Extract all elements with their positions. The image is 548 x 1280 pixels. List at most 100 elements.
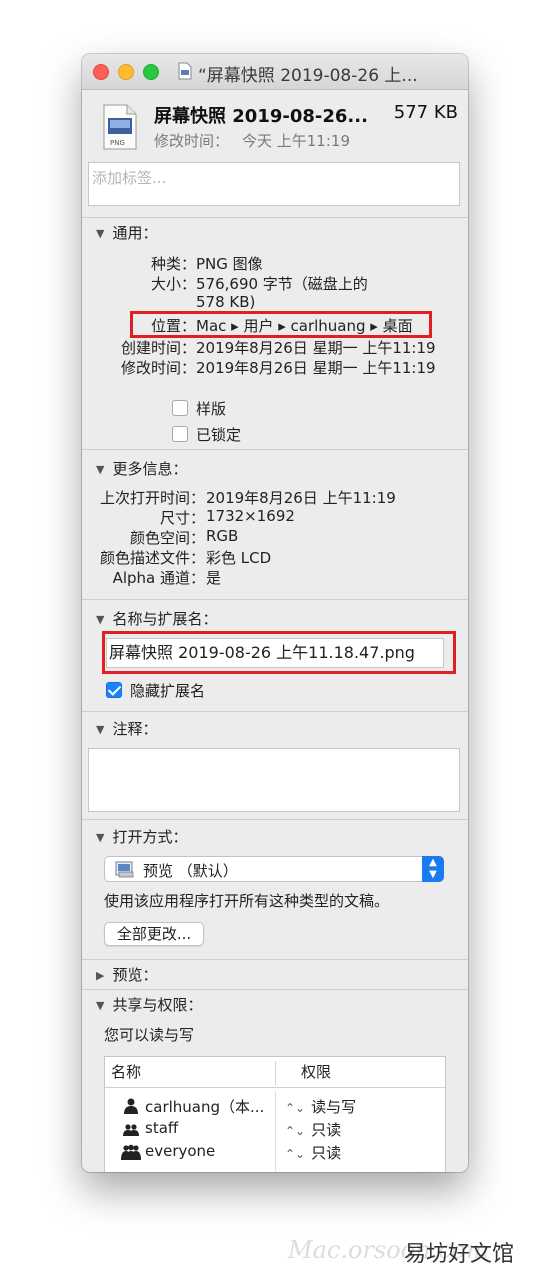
- close-button[interactable]: [93, 64, 109, 80]
- sharing-heading: 共享与权限：: [112, 996, 203, 1014]
- popup-arrows-icon: ▲ ▼: [422, 856, 444, 882]
- permissions-table: 名称 权限 carlhuang（本... ⌃⌄ 读与写 staff ⌃⌄ 只读 …: [104, 1056, 446, 1172]
- filename-highlight: [102, 631, 456, 674]
- stationery-checkbox[interactable]: [172, 400, 188, 416]
- row-name: staff: [145, 1119, 179, 1137]
- disclosure-open-icon: ▼: [96, 463, 105, 476]
- row-name: everyone: [145, 1142, 216, 1160]
- disclosure-open-icon: ▼: [96, 999, 105, 1012]
- hide-extension-label: 隐藏扩展名: [130, 682, 206, 700]
- modified-value: 今天 上午11:19: [242, 132, 350, 150]
- comments-heading: 注释：: [112, 720, 158, 738]
- location-highlight: [130, 311, 432, 338]
- created-label: 创建时间：: [120, 339, 196, 357]
- open-with-popup[interactable]: 预览 （默认） ▲ ▼: [104, 856, 444, 882]
- row-privilege[interactable]: ⌃⌄ 读与写: [285, 1096, 356, 1117]
- general-section: ▼ 通用： 种类： PNG 图像 大小： 576,690 字节（磁盘上的 578 …: [82, 217, 468, 449]
- size-value-line2: 578 KB): [196, 293, 256, 311]
- info-window: “屏幕快照 2019-08-26 上... PNG 屏幕快照 2019-08-2…: [82, 54, 468, 1172]
- updown-icon: ⌃⌄: [285, 1101, 306, 1115]
- row-privilege-value: 读与写: [311, 1098, 357, 1116]
- kind-value: PNG 图像: [196, 255, 263, 273]
- file-name: 屏幕快照 2019-08-26...: [154, 106, 368, 127]
- more-info-heading: 更多信息：: [112, 460, 188, 478]
- row-name: carlhuang（本...: [145, 1098, 265, 1116]
- general-disclosure[interactable]: ▼ 通用：: [96, 222, 157, 243]
- locked-label: 已锁定: [196, 426, 242, 444]
- row-privilege[interactable]: ⌃⌄ 只读: [285, 1142, 341, 1163]
- size-label: 大小：: [150, 275, 196, 293]
- dimensions-label: 尺寸：: [159, 509, 205, 527]
- row-privilege[interactable]: ⌃⌄ 只读: [285, 1119, 341, 1140]
- preview-disclosure[interactable]: ▶ 预览：: [96, 964, 157, 985]
- disclosure-closed-icon: ▶: [96, 969, 105, 982]
- last-opened-value: 2019年8月26日 上午11:19: [206, 489, 396, 507]
- open-with-section: ▼ 打开方式： 预览 （默认） ▲ ▼ 使用该应用程序打开所有这种类型的文稿。 全部…: [82, 819, 468, 959]
- sharing-section: ▼ 共享与权限： 您可以读与写 名称 权限 carlhuang（本... ⌃⌄ 读与…: [82, 989, 468, 1172]
- alpha-label: Alpha 通道：: [112, 569, 205, 587]
- color-profile-label: 颜色描述文件：: [99, 549, 205, 567]
- preview-app-icon: [115, 861, 134, 878]
- minimize-button[interactable]: [118, 64, 134, 80]
- everyone-icon: [121, 1144, 141, 1160]
- size-value-line1: 576,690 字节（磁盘上的: [196, 275, 368, 293]
- zoom-button[interactable]: [143, 64, 159, 80]
- column-header-privilege[interactable]: 权限: [301, 1057, 331, 1087]
- name-extension-disclosure[interactable]: ▼ 名称与扩展名：: [96, 608, 217, 629]
- updown-icon: ⌃⌄: [285, 1147, 306, 1161]
- locked-checkbox[interactable]: [172, 426, 188, 442]
- created-value: 2019年8月26日 星期一 上午11:19: [196, 339, 436, 357]
- general-heading: 通用：: [112, 224, 158, 242]
- name-extension-section: ▼ 名称与扩展名： 屏幕快照 2019-08-26 上午11.18.47.png …: [82, 599, 468, 711]
- dimensions-value: 1732×1692: [206, 507, 295, 525]
- general-modified-label: 修改时间：: [120, 359, 196, 377]
- stationery-label: 样版: [196, 400, 227, 418]
- group-icon: [123, 1124, 139, 1136]
- color-profile-value: 彩色 LCD: [206, 549, 272, 567]
- color-space-label: 颜色空间：: [129, 529, 205, 547]
- user-icon: [124, 1098, 138, 1114]
- png-file-icon: [178, 62, 192, 80]
- change-all-button[interactable]: 全部更改...: [104, 922, 204, 946]
- open-with-heading: 打开方式：: [112, 828, 188, 846]
- disclosure-open-icon: ▼: [96, 831, 105, 844]
- column-separator: [275, 1061, 276, 1085]
- hide-extension-checkbox[interactable]: [106, 682, 122, 698]
- open-with-value: 预览 （默认）: [143, 862, 238, 880]
- last-opened-label: 上次打开时间：: [99, 489, 205, 507]
- alpha-value: 是: [206, 569, 222, 587]
- more-info-disclosure[interactable]: ▼ 更多信息：: [96, 458, 187, 479]
- window-title: “屏幕快照 2019-08-26 上...: [198, 66, 418, 86]
- updown-icon: ⌃⌄: [285, 1124, 306, 1138]
- kind-label: 种类：: [150, 255, 196, 273]
- table-row[interactable]: everyone ⌃⌄ 只读: [105, 1141, 445, 1164]
- comments-disclosure[interactable]: ▼ 注释：: [96, 718, 157, 739]
- disclosure-open-icon: ▼: [96, 723, 105, 736]
- preview-heading: 预览：: [112, 966, 158, 984]
- disclosure-open-icon: ▼: [96, 227, 105, 240]
- table-row[interactable]: carlhuang（本... ⌃⌄ 读与写: [105, 1095, 445, 1118]
- brand-watermark: 易坊好文馆: [404, 1242, 515, 1267]
- svg-text:PNG: PNG: [110, 139, 125, 147]
- general-modified-value: 2019年8月26日 星期一 上午11:19: [196, 359, 436, 377]
- comments-textarea[interactable]: [88, 748, 460, 812]
- header-divider: [105, 1087, 445, 1088]
- title-bar[interactable]: “屏幕快照 2019-08-26 上...: [82, 54, 468, 90]
- file-header: PNG 屏幕快照 2019-08-26... 577 KB 修改时间： 今天 上…: [82, 90, 468, 210]
- sharing-summary: 您可以读与写: [104, 1026, 195, 1044]
- column-header-name[interactable]: 名称: [111, 1057, 141, 1087]
- row-privilege-value: 只读: [311, 1144, 342, 1162]
- table-row[interactable]: staff ⌃⌄ 只读: [105, 1118, 445, 1141]
- row-privilege-value: 只读: [311, 1121, 342, 1139]
- name-extension-heading: 名称与扩展名：: [112, 610, 218, 628]
- tags-input[interactable]: 添加标签...: [88, 162, 460, 206]
- color-space-value: RGB: [206, 527, 239, 545]
- open-with-description: 使用该应用程序打开所有这种类型的文稿。: [104, 892, 390, 910]
- sharing-disclosure[interactable]: ▼ 共享与权限：: [96, 994, 202, 1015]
- more-info-section: ▼ 更多信息： 上次打开时间： 2019年8月26日 上午11:19 尺寸： 17…: [82, 449, 468, 597]
- open-with-disclosure[interactable]: ▼ 打开方式：: [96, 826, 187, 847]
- disclosure-open-icon: ▼: [96, 613, 105, 626]
- png-document-icon: PNG: [103, 104, 137, 150]
- file-size: 577 KB: [393, 102, 458, 123]
- modified-label: 修改时间：: [154, 132, 230, 150]
